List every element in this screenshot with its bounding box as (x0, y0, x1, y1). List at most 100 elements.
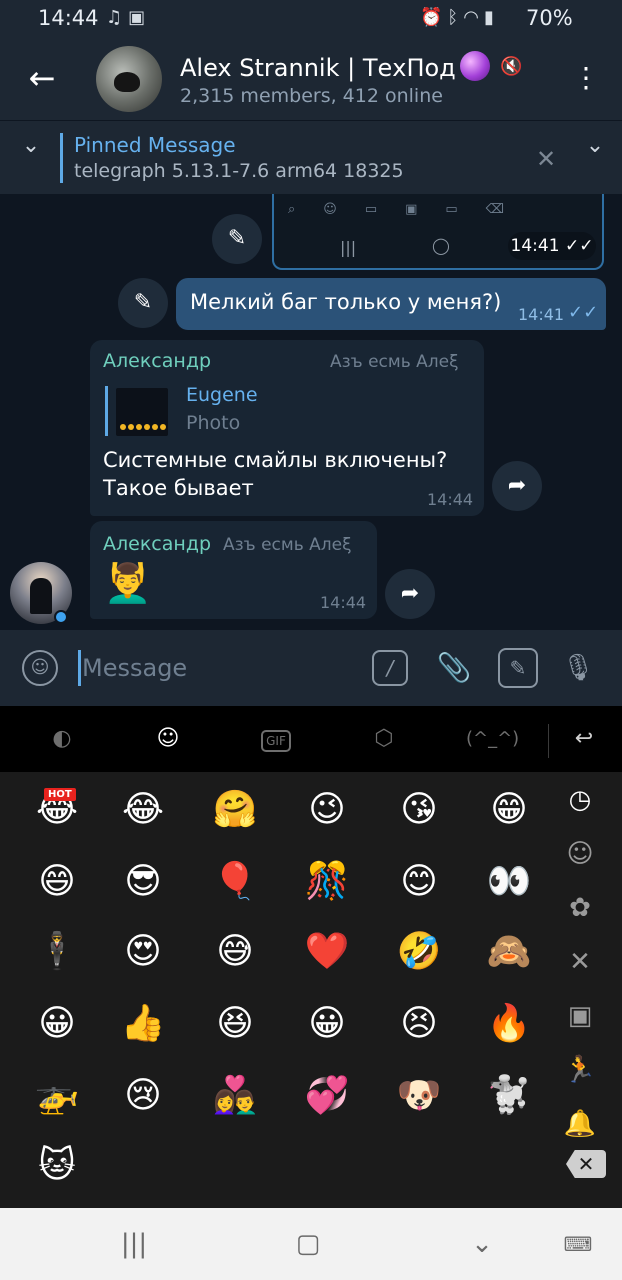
emoji-key[interactable]: 🐶 (384, 1066, 454, 1126)
smileys-category-icon[interactable]: ☺ (558, 832, 602, 876)
reply-thumbnail (116, 388, 168, 436)
bluetooth-icon: ᛒ (447, 7, 464, 28)
text-caret (78, 650, 81, 686)
travel-category-icon[interactable]: ▣ (558, 994, 602, 1038)
more-menu-icon[interactable]: ⋮ (572, 60, 600, 100)
emoji-key[interactable]: 🚁 (22, 1066, 92, 1126)
emoji-key[interactable]: 😎 (108, 852, 178, 912)
chat-header: ← Alex Strannik | ТехПод 🔇 2,315 members… (0, 38, 622, 120)
message-time: 14:44 (320, 593, 367, 612)
status-left-icons: ♫▣ (106, 7, 151, 28)
incoming-message[interactable]: Александр Азъ есмь Алеξ 💆‍♂️ 14:44 (90, 521, 377, 619)
back-chevron-icon[interactable]: ⌄ (460, 1224, 504, 1264)
close-icon[interactable]: ✕ (536, 145, 556, 173)
message-input[interactable] (82, 646, 352, 690)
incoming-message[interactable]: Александр Азъ есмь Алеξ Eugene Photo Сис… (90, 340, 484, 516)
emoji-search-icon[interactable]: ◐ (36, 722, 88, 756)
emoji-key[interactable]: 🤗 (200, 780, 270, 840)
online-indicator (54, 610, 68, 624)
crystal-ball-emoji (459, 51, 490, 81)
image-nav-recent: ||| (340, 238, 357, 257)
pinned-title: Pinned Message (74, 133, 236, 157)
food-category-icon[interactable]: ✕ (558, 940, 602, 984)
emoji-key[interactable]: 👩‍❤️‍👨 (200, 1066, 270, 1126)
emoji-key[interactable]: 😆 (200, 994, 270, 1054)
hide-keyboard-icon[interactable]: ↩ (558, 722, 610, 756)
emoji-key[interactable]: 😉 (292, 780, 362, 840)
emoji-key[interactable]: 😄 (22, 852, 92, 912)
bot-command-icon[interactable]: / (372, 650, 408, 686)
emoji-key[interactable]: 😢 (108, 1066, 178, 1126)
gif-tab[interactable]: GIF (250, 722, 302, 756)
chat-title-text: Alex Strannik | ТехПод (180, 54, 456, 82)
reply-accent-bar (105, 386, 108, 436)
emoji-key[interactable]: 🔥 (474, 994, 544, 1054)
edit-icon[interactable]: ✎ (212, 214, 262, 264)
sticker-draw-icon[interactable]: ✎ (498, 648, 538, 688)
status-right-icons: ⏰ᛒ◠▮ (420, 7, 499, 28)
emoji-key[interactable]: 💞 (292, 1066, 362, 1126)
pinned-message-bar[interactable]: ⌄ Pinned Message telegraph 5.13.1-7.6 ar… (0, 120, 622, 194)
emoji-key[interactable]: 🐱 (22, 1136, 92, 1196)
emoji-key[interactable]: 🐩 (474, 1066, 544, 1126)
emoji-key[interactable]: 🎊 (292, 852, 362, 912)
image-toolbar-row: ⌕☺▭▣▭⌫ (288, 202, 533, 217)
sticker-tab-icon[interactable]: ⬡ (358, 722, 410, 756)
message-emoji: 💆‍♂️ (104, 561, 152, 605)
emoji-key[interactable]: 😁 (474, 780, 544, 840)
share-icon[interactable]: ➦ (385, 569, 435, 619)
signal-icon: ▮ (483, 7, 499, 28)
emoji-key[interactable]: 😊 (384, 852, 454, 912)
activity-category-icon[interactable]: 🏃 (558, 1048, 602, 1092)
message-text: Мелкий баг только у меня?) (190, 290, 502, 314)
emoji-key[interactable]: 😀 (22, 994, 92, 1054)
image-nav-home: ◯ (432, 236, 450, 255)
nature-category-icon[interactable]: ✿ (558, 886, 602, 930)
emoji-tab-icon[interactable]: ☺ (142, 722, 194, 756)
sender-signature: Азъ есмь Алеξ (223, 535, 352, 555)
status-time: 14:44 (38, 6, 99, 30)
emoji-key[interactable]: 😍 (108, 922, 178, 982)
emoji-key[interactable]: 👍 (108, 994, 178, 1054)
recent-emoji-icon[interactable]: ◷ (558, 778, 602, 822)
pinned-list-icon[interactable]: ⌄ (578, 129, 612, 163)
edit-icon[interactable]: ✎ (118, 278, 168, 328)
emoji-key[interactable]: 😀 (292, 994, 362, 1054)
reply-author[interactable]: Eugene (186, 384, 258, 406)
emoji-key[interactable]: 👀 (474, 852, 544, 912)
music-note-icon: ♫ (106, 7, 129, 28)
emoji-key[interactable]: 😂 (108, 780, 178, 840)
emoji-toggle-icon[interactable]: ☺ (22, 650, 58, 686)
pinned-accent-bar (60, 133, 63, 183)
message-image-partial[interactable]: ⌕☺▭▣▭⌫ ||| ◯ 14:41 ✓✓ (272, 194, 604, 270)
microphone-icon[interactable]: 🎙 (560, 648, 596, 688)
group-avatar[interactable] (96, 46, 162, 112)
chat-subtitle: 2,315 members, 412 online (180, 85, 443, 107)
home-icon[interactable]: ▢ (286, 1224, 330, 1264)
recent-apps-icon[interactable]: ||| (112, 1224, 156, 1264)
paperclip-icon[interactable]: 📎 (434, 648, 474, 688)
outgoing-message[interactable]: Мелкий баг только у меня?) 14:41 ✓✓ (176, 278, 606, 330)
chat-title[interactable]: Alex Strannik | ТехПод (180, 51, 490, 82)
emoji-key[interactable]: 🎈 (200, 852, 270, 912)
message-list[interactable]: ✎ ⌕☺▭▣▭⌫ ||| ◯ 14:41 ✓✓ ✎ Мелкий баг тол… (0, 194, 622, 630)
message-composer: ☺ / 📎 ✎ 🎙 (0, 630, 622, 706)
sender-name[interactable]: Александр (103, 350, 211, 372)
emoji-key[interactable]: 🤣 (384, 922, 454, 982)
emoji-key[interactable]: 🕴 (22, 922, 92, 982)
back-arrow-icon[interactable]: ← (22, 60, 62, 100)
emoji-key[interactable]: 😅 (200, 922, 270, 982)
sender-name[interactable]: Александр (103, 533, 211, 555)
pinned-text: telegraph 5.13.1-7.6 arm64 18325 (74, 160, 404, 182)
share-icon[interactable]: ➦ (492, 461, 542, 511)
emoji-key[interactable]: 😘 (384, 780, 454, 840)
emoji-key[interactable]: 🙈 (474, 922, 544, 982)
scroll-down-icon[interactable]: ⌄ (14, 129, 48, 163)
emoji-key[interactable]: 😣 (384, 994, 454, 1054)
objects-category-icon[interactable]: 🔔 (558, 1102, 602, 1146)
emoji-key[interactable]: ❤️ (292, 922, 362, 982)
keyboard-icon[interactable]: ⌨ (556, 1224, 600, 1264)
backspace-icon[interactable]: ✕ (566, 1150, 606, 1178)
kaomoji-tab[interactable]: (^_^) (466, 722, 519, 756)
message-time: 14:44 (427, 490, 474, 509)
